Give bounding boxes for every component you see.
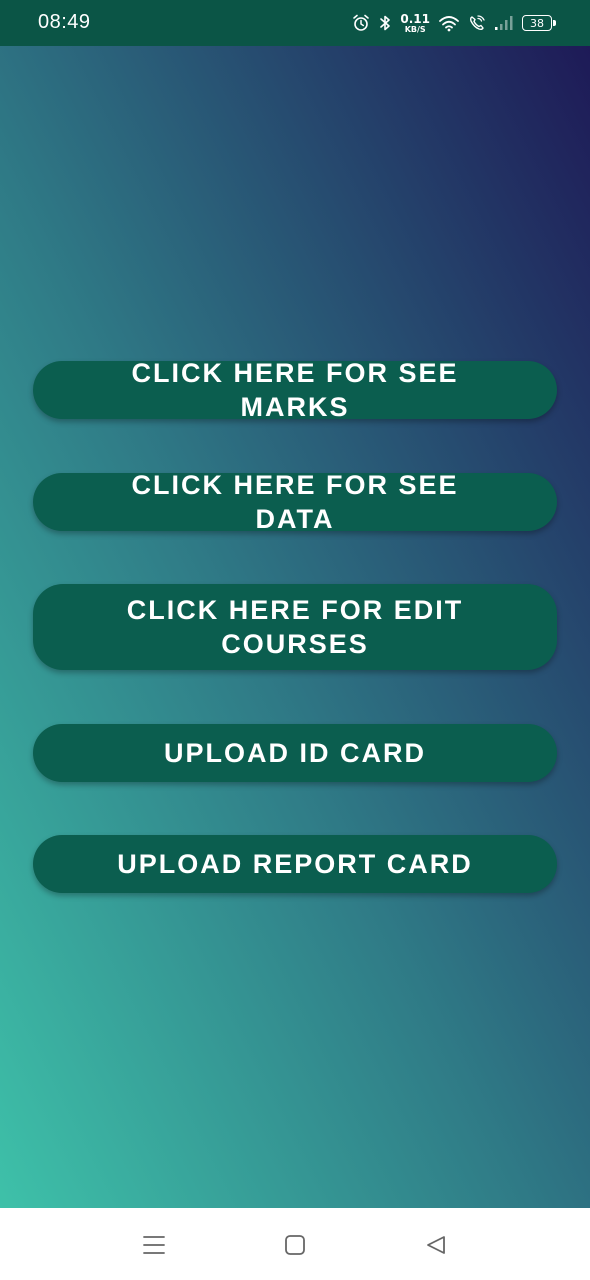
battery-icon: 38 xyxy=(522,15,556,31)
see-data-button[interactable]: CLICK HERE FOR SEE DATA xyxy=(33,470,557,534)
upload-report-card-button[interactable]: UPLOAD REPORT CARD xyxy=(33,835,557,893)
wifi-icon xyxy=(438,14,460,32)
wifi-calling-icon xyxy=(468,14,486,32)
bluetooth-icon xyxy=(378,14,392,32)
menu-icon[interactable] xyxy=(139,1230,169,1260)
network-speed-value: 0.11 xyxy=(400,11,430,26)
network-speed: 0.11 KB/S xyxy=(400,13,430,34)
alarm-icon xyxy=(352,14,370,32)
status-bar: 08:49 0.11 KB/S 38 xyxy=(0,0,590,46)
main-content: CLICK HERE FOR SEE MARKS CLICK HERE FOR … xyxy=(0,46,590,1208)
home-square-icon[interactable] xyxy=(280,1230,310,1260)
back-triangle-icon[interactable] xyxy=(421,1230,451,1260)
edit-courses-button[interactable]: CLICK HERE FOR EDIT COURSES xyxy=(33,584,557,670)
status-icons: 0.11 KB/S 38 xyxy=(352,10,556,36)
see-marks-button[interactable]: CLICK HERE FOR SEE MARKS xyxy=(33,358,557,422)
signal-icon xyxy=(494,15,514,31)
status-time: 08:49 xyxy=(38,11,91,33)
navigation-bar xyxy=(0,1208,590,1280)
network-speed-unit: KB/S xyxy=(404,24,426,34)
upload-id-card-button[interactable]: UPLOAD ID CARD xyxy=(33,724,557,782)
battery-level: 38 xyxy=(530,16,544,30)
